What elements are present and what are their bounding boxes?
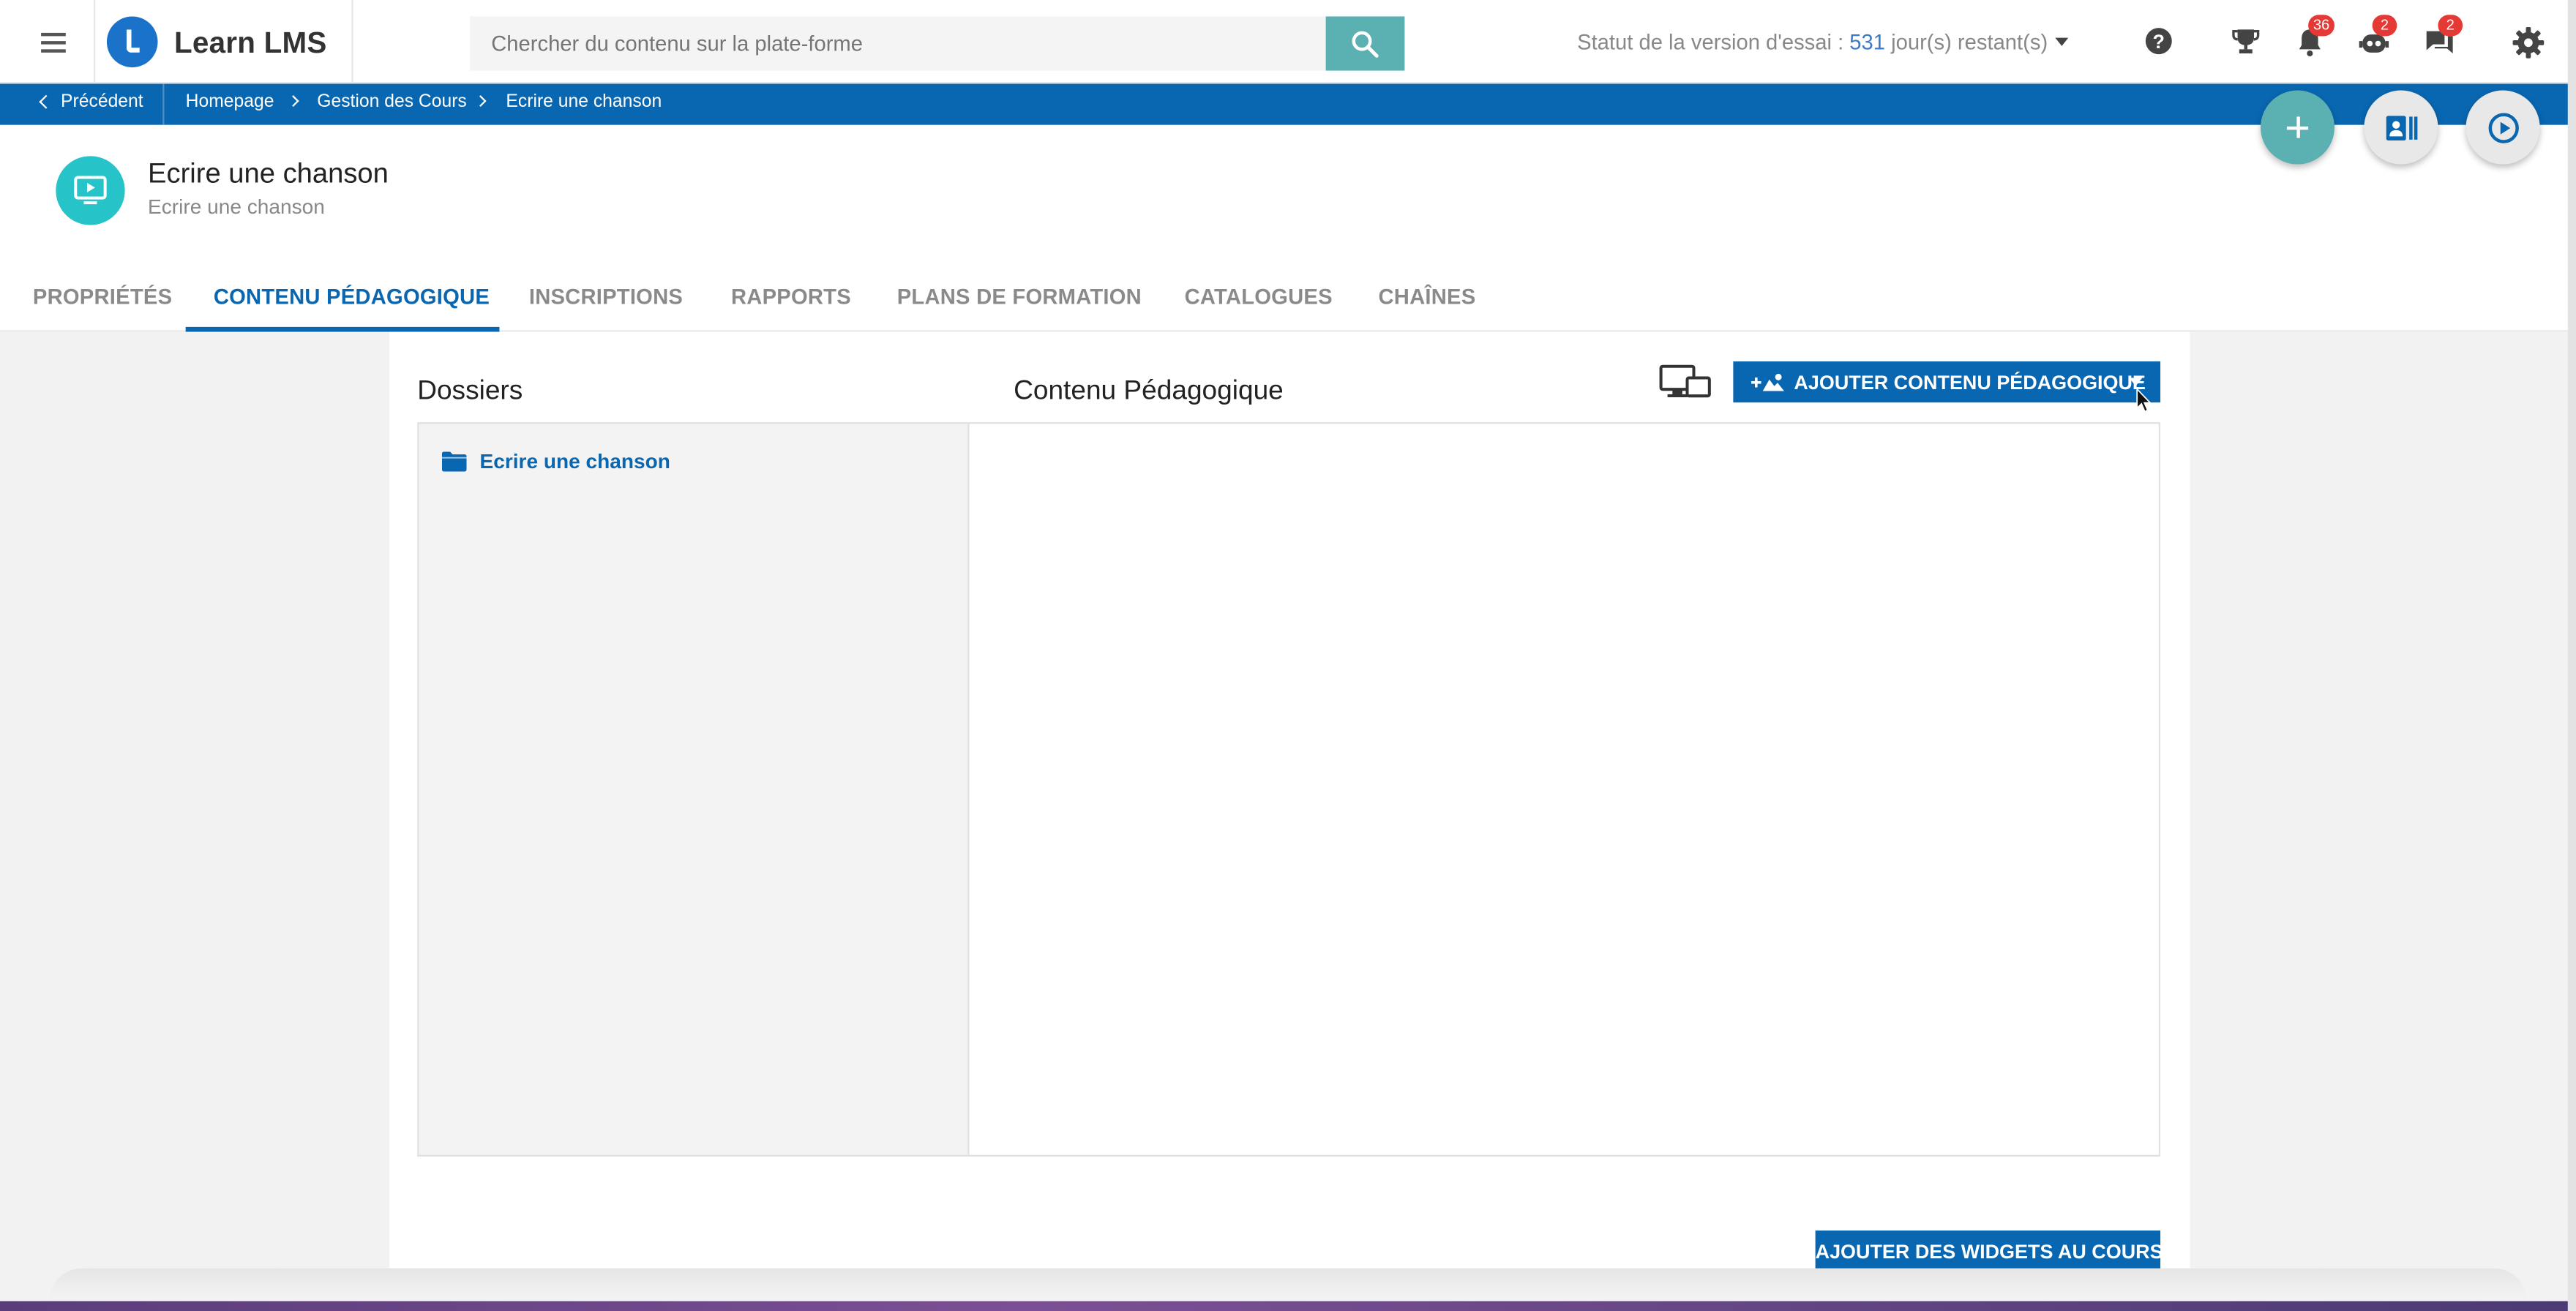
active-tab-indicator — [185, 326, 500, 332]
chevron-right-icon — [287, 95, 299, 108]
add-content-icon — [1751, 373, 1784, 391]
search-input[interactable] — [470, 16, 1326, 71]
trial-days-remaining: 531 — [1849, 29, 1886, 55]
devices-preview-icon[interactable] — [1659, 363, 1712, 402]
help-icon[interactable]: ? — [2139, 21, 2179, 61]
search-icon — [1352, 31, 1379, 58]
folders-tree: Ecrire une chanson — [417, 422, 970, 1157]
contact-card-icon — [2385, 115, 2417, 140]
notifications-badge: 36 — [2308, 15, 2335, 37]
window-bottom-edge — [49, 1268, 2527, 1301]
page-subtitle: Ecrire une chanson — [148, 195, 325, 219]
brand-logo[interactable]: Learn LMS — [93, 0, 353, 84]
messages-badge: 2 — [2438, 15, 2463, 37]
add-learning-content-button[interactable]: AJOUTER CONTENU PÉDAGOGIQUE — [1733, 361, 2161, 403]
brand-name: Learn LMS — [173, 26, 327, 59]
tab-properties[interactable]: PROPRIÉTÉS — [33, 284, 172, 309]
breadcrumb-divider — [162, 83, 165, 125]
breadcrumb: Précédent Homepage Gestion des Cours Ecr… — [0, 83, 2576, 125]
tab-enrollments[interactable]: INSCRIPTIONS — [529, 284, 683, 309]
chevron-left-icon — [39, 94, 53, 109]
trophy-icon[interactable] — [2226, 21, 2266, 61]
course-tabs: PROPRIÉTÉS CONTENU PÉDAGOGIQUE INSCRIPTI… — [0, 271, 2576, 332]
folder-label: Ecrire une chanson — [479, 450, 670, 473]
trial-status-dropdown[interactable]: Statut de la version d'essai : 531 jour(… — [1577, 29, 2070, 55]
assistant-badge: 2 — [2372, 15, 2397, 37]
preview-play-fab-button[interactable] — [2465, 90, 2540, 165]
folders-heading: Dossiers — [417, 376, 523, 406]
mouse-cursor-icon — [2136, 387, 2152, 413]
svg-text:?: ? — [2153, 31, 2165, 53]
trial-status-suffix: jour(s) restant(s) — [1885, 29, 2048, 55]
tab-learning-content[interactable]: CONTENU PÉDAGOGIQUE — [214, 284, 490, 309]
gear-icon[interactable] — [2509, 21, 2548, 61]
play-circle-icon — [2487, 112, 2518, 143]
course-video-icon — [56, 156, 125, 225]
breadcrumb-item-course-management[interactable]: Gestion des Cours — [317, 92, 467, 112]
trial-status-prefix: Statut de la version d'essai : — [1577, 29, 1850, 55]
tab-training-plans[interactable]: PLANS DE FORMATION — [897, 284, 1142, 309]
learning-content-heading: Contenu Pédagogique — [1014, 376, 1284, 406]
tab-channels[interactable]: CHAÎNES — [1378, 284, 1475, 309]
window-right-edge — [2567, 0, 2576, 1311]
page-title: Ecrire une chanson — [148, 157, 389, 189]
caret-down-icon — [2129, 377, 2143, 386]
notifications-bell-icon[interactable]: 36 — [2292, 15, 2335, 61]
assistant-robot-icon[interactable]: 2 — [2356, 15, 2397, 61]
search-bar — [470, 16, 1405, 71]
hamburger-menu-icon[interactable] — [33, 26, 75, 59]
add-learning-content-label: AJOUTER CONTENU PÉDAGOGIQUE — [1794, 371, 2146, 394]
folder-icon — [441, 451, 467, 472]
chevron-right-icon — [474, 95, 487, 108]
messages-icon[interactable]: 2 — [2422, 15, 2463, 61]
caret-down-icon — [2056, 37, 2070, 46]
search-button[interactable] — [1325, 16, 1405, 71]
add-widgets-button[interactable]: AJOUTER DES WIDGETS AU COURS — [1815, 1230, 2163, 1272]
top-bar: Learn LMS Statut de la version d'essai :… — [0, 0, 2576, 84]
breadcrumb-item-current-course: Ecrire une chanson — [506, 91, 662, 112]
add-fab-button[interactable] — [2260, 90, 2335, 165]
tab-reports[interactable]: RAPPORTS — [731, 284, 851, 309]
tab-catalogs[interactable]: CATALOGUES — [1185, 284, 1333, 309]
breadcrumb-item-homepage[interactable]: Homepage — [186, 92, 274, 112]
learning-content-list — [967, 422, 2161, 1157]
logo-icon — [106, 16, 158, 68]
contact-card-fab-button[interactable] — [2364, 90, 2438, 165]
back-link[interactable]: Précédent — [61, 92, 143, 112]
desktop-wallpaper-strip — [0, 1301, 2576, 1311]
